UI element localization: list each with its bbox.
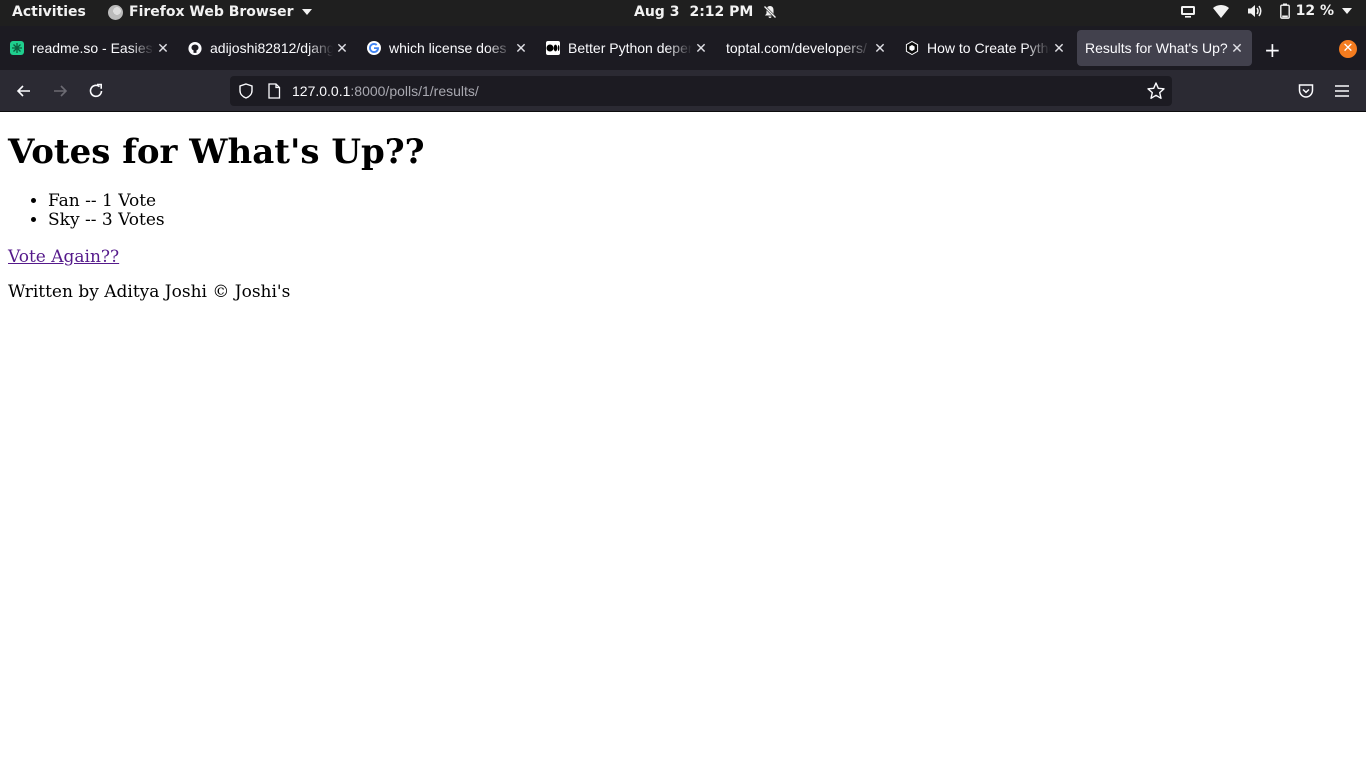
new-tab-button[interactable]: + bbox=[1264, 38, 1281, 62]
footer-text: Written by Aditya Joshi © Joshi's bbox=[8, 282, 291, 302]
url-host: 127.0.0.1 bbox=[292, 83, 351, 99]
page-content: Votes for What's Up?? Fan -- 1 Vote Sky … bbox=[0, 112, 1366, 768]
navigation-toolbar: 127.0.0.1:8000/polls/1/results/ bbox=[0, 70, 1366, 112]
shield-icon[interactable] bbox=[238, 83, 254, 103]
url-path: :8000/polls/1/results/ bbox=[350, 83, 479, 99]
readme-icon bbox=[10, 41, 24, 55]
tab-strip: readme.so - Easiest ✕ adijoshi82812/djan… bbox=[0, 26, 1366, 70]
tab-readme[interactable]: readme.so - Easiest ✕ bbox=[0, 30, 178, 66]
pocket-icon[interactable] bbox=[1297, 82, 1315, 100]
firefox-icon bbox=[108, 4, 123, 20]
tab-title: adijoshi82812/djang bbox=[210, 40, 333, 56]
tab-how-to-create[interactable]: How to Create Pytho ✕ bbox=[895, 30, 1074, 66]
tab-toptal[interactable]: toptal.com/developers/ ✕ bbox=[716, 30, 895, 66]
close-icon[interactable]: ✕ bbox=[1050, 40, 1068, 57]
tab-title: Results for What's Up?? bbox=[1085, 40, 1228, 56]
hexagon-icon bbox=[905, 41, 919, 55]
clock-date: Aug 3 bbox=[634, 4, 680, 20]
battery-percentage: 12 % bbox=[1295, 3, 1334, 19]
close-icon[interactable]: ✕ bbox=[154, 40, 172, 57]
bell-muted-icon bbox=[763, 5, 777, 19]
chevron-down-icon bbox=[301, 9, 312, 15]
tab-google[interactable]: which license does I ✕ bbox=[357, 30, 536, 66]
close-icon[interactable]: ✕ bbox=[512, 40, 530, 57]
vote-again-link[interactable]: Vote Again?? bbox=[8, 247, 119, 267]
page-title: Votes for What's Up?? bbox=[8, 132, 425, 172]
url-text[interactable]: 127.0.0.1:8000/polls/1/results/ bbox=[292, 83, 479, 99]
tab-title: How to Create Pytho bbox=[927, 40, 1050, 56]
tab-title: which license does I bbox=[389, 40, 512, 56]
activities-button[interactable]: Activities bbox=[12, 4, 86, 20]
window-close-button[interactable]: ✕ bbox=[1339, 40, 1357, 58]
vote-results-list: Fan -- 1 Vote Sky -- 3 Votes bbox=[0, 192, 165, 230]
clock[interactable]: Aug 3 2:12 PM bbox=[634, 4, 777, 20]
close-icon[interactable]: ✕ bbox=[692, 40, 710, 57]
tab-medium[interactable]: Better Python deper ✕ bbox=[536, 30, 716, 66]
tab-title: toptal.com/developers/ bbox=[726, 40, 867, 56]
display-icon bbox=[1180, 3, 1196, 19]
bookmark-star-icon[interactable] bbox=[1146, 81, 1166, 105]
tab-title: Better Python deper bbox=[568, 40, 692, 56]
battery-indicator: 12 % bbox=[1279, 3, 1352, 19]
tab-github[interactable]: adijoshi82812/djang ✕ bbox=[178, 30, 357, 66]
chevron-down-icon bbox=[1342, 8, 1352, 14]
tab-results-active[interactable]: Results for What's Up?? ✕ bbox=[1077, 30, 1252, 66]
close-icon[interactable]: ✕ bbox=[871, 40, 889, 57]
google-icon bbox=[367, 41, 381, 55]
system-tray[interactable]: 12 % bbox=[1180, 3, 1352, 19]
address-bar[interactable]: 127.0.0.1:8000/polls/1/results/ bbox=[230, 76, 1172, 106]
medium-icon bbox=[546, 41, 560, 55]
page-icon[interactable] bbox=[267, 83, 281, 103]
system-top-bar: Activities Firefox Web Browser Aug 3 2:1… bbox=[0, 0, 1366, 26]
list-item: Sky -- 3 Votes bbox=[48, 211, 165, 230]
tab-title: readme.so - Easiest bbox=[32, 40, 154, 56]
wifi-icon bbox=[1212, 3, 1230, 19]
github-icon bbox=[188, 41, 202, 55]
close-icon[interactable]: ✕ bbox=[1228, 40, 1246, 57]
app-name: Firefox Web Browser bbox=[129, 4, 294, 20]
volume-icon bbox=[1246, 3, 1264, 19]
list-item: Fan -- 1 Vote bbox=[48, 192, 165, 211]
close-icon[interactable]: ✕ bbox=[333, 40, 351, 57]
forward-button[interactable] bbox=[51, 82, 69, 100]
battery-icon bbox=[1279, 3, 1290, 19]
back-button[interactable] bbox=[15, 82, 33, 100]
clock-time: 2:12 PM bbox=[689, 4, 754, 20]
hamburger-menu-icon[interactable] bbox=[1333, 82, 1351, 100]
app-menu[interactable]: Firefox Web Browser bbox=[108, 4, 312, 20]
reload-button[interactable] bbox=[87, 82, 105, 100]
